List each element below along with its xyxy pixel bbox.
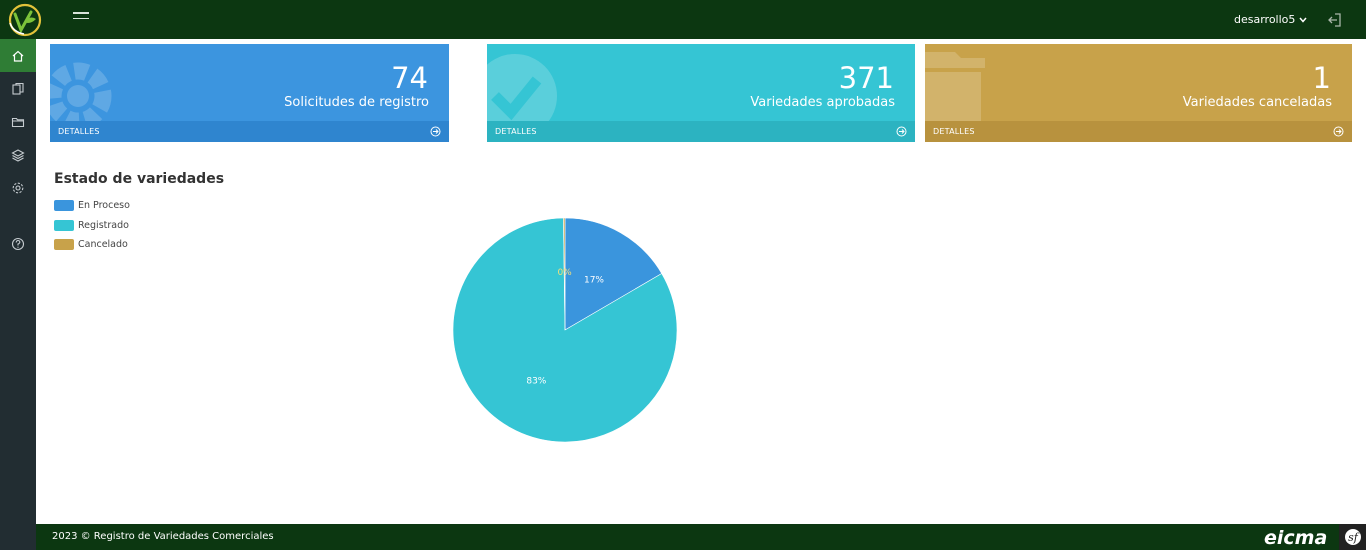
user-menu[interactable]: desarrollo5 [1234, 13, 1307, 26]
arrow-circle-right-icon [896, 126, 907, 137]
legend-label: Cancelado [78, 239, 128, 251]
gear-icon [12, 182, 24, 193]
card-footer-label: DETALLES [58, 127, 100, 136]
help-icon [11, 237, 25, 250]
symfony-toolbar-button[interactable]: sf [1339, 524, 1366, 550]
card-details-link[interactable]: DETALLES [925, 121, 1352, 142]
card-value: 74 [391, 61, 428, 95]
footer-copyright: 2023 © Registro de Variedades Comerciale… [52, 531, 274, 542]
chart-legend: En Proceso Registrado Cancelado [54, 196, 130, 255]
card-aprobadas: 371 Variedades aprobadas DETALLES [487, 44, 915, 142]
symfony-icon: sf [1344, 529, 1361, 545]
card-label: Variedades aprobadas [750, 95, 895, 110]
card-value: 1 [1312, 61, 1331, 95]
sidebar-item-settings[interactable] [0, 171, 36, 204]
app-logo[interactable] [6, 3, 44, 37]
card-footer-label: DETALLES [495, 127, 537, 136]
legend-swatch [54, 200, 74, 212]
menu-toggle-button[interactable] [73, 12, 89, 22]
sidebar-item-documents[interactable] [0, 72, 36, 105]
folder-icon [11, 117, 25, 127]
sidebar-item-home[interactable] [0, 39, 36, 72]
legend-item-cancelado[interactable]: Cancelado [54, 235, 130, 255]
page-footer: 2023 © Registro de Variedades Comerciale… [36, 524, 1366, 550]
legend-label: Registrado [78, 219, 129, 231]
pie-data-label: 17% [584, 275, 604, 285]
home-icon [12, 50, 24, 62]
arrow-circle-right-icon [430, 126, 441, 137]
user-name: desarrollo5 [1234, 13, 1296, 26]
sidebar-item-help[interactable] [0, 227, 36, 260]
card-details-link[interactable]: DETALLES [50, 121, 449, 142]
logout-icon[interactable] [1326, 12, 1342, 28]
legend-swatch [54, 219, 74, 231]
chevron-down-icon [1299, 17, 1307, 23]
card-value: 371 [838, 61, 894, 95]
card-details-link[interactable]: DETALLES [487, 121, 915, 142]
pie-chart: 17% 83% 0% [452, 217, 678, 443]
card-label: Variedades canceladas [1182, 95, 1332, 110]
layers-icon [11, 148, 25, 162]
legend-item-en-proceso[interactable]: En Proceso [54, 196, 130, 216]
legend-item-registrado[interactable]: Registrado [54, 216, 130, 236]
legend-label: En Proceso [78, 200, 130, 212]
legend-swatch [54, 239, 74, 251]
pie-data-label: 83% [526, 377, 546, 387]
arrow-circle-right-icon [1333, 126, 1344, 137]
card-solicitudes: 74 Solicitudes de registro DETALLES [50, 44, 449, 142]
card-footer-label: DETALLES [933, 127, 975, 136]
card-label: Solicitudes de registro [284, 95, 429, 110]
chart-title: Estado de variedades [54, 171, 225, 187]
copy-icon [12, 82, 24, 95]
sidebar [0, 39, 36, 550]
top-navbar: desarrollo5 [0, 0, 1366, 39]
sidebar-item-layers[interactable] [0, 138, 36, 171]
footer-brand-logo: eicma [1264, 527, 1328, 549]
card-canceladas: 1 Variedades canceladas DETALLES [925, 44, 1352, 142]
sidebar-item-folders[interactable] [0, 105, 36, 138]
pie-data-label: 0% [557, 268, 572, 278]
